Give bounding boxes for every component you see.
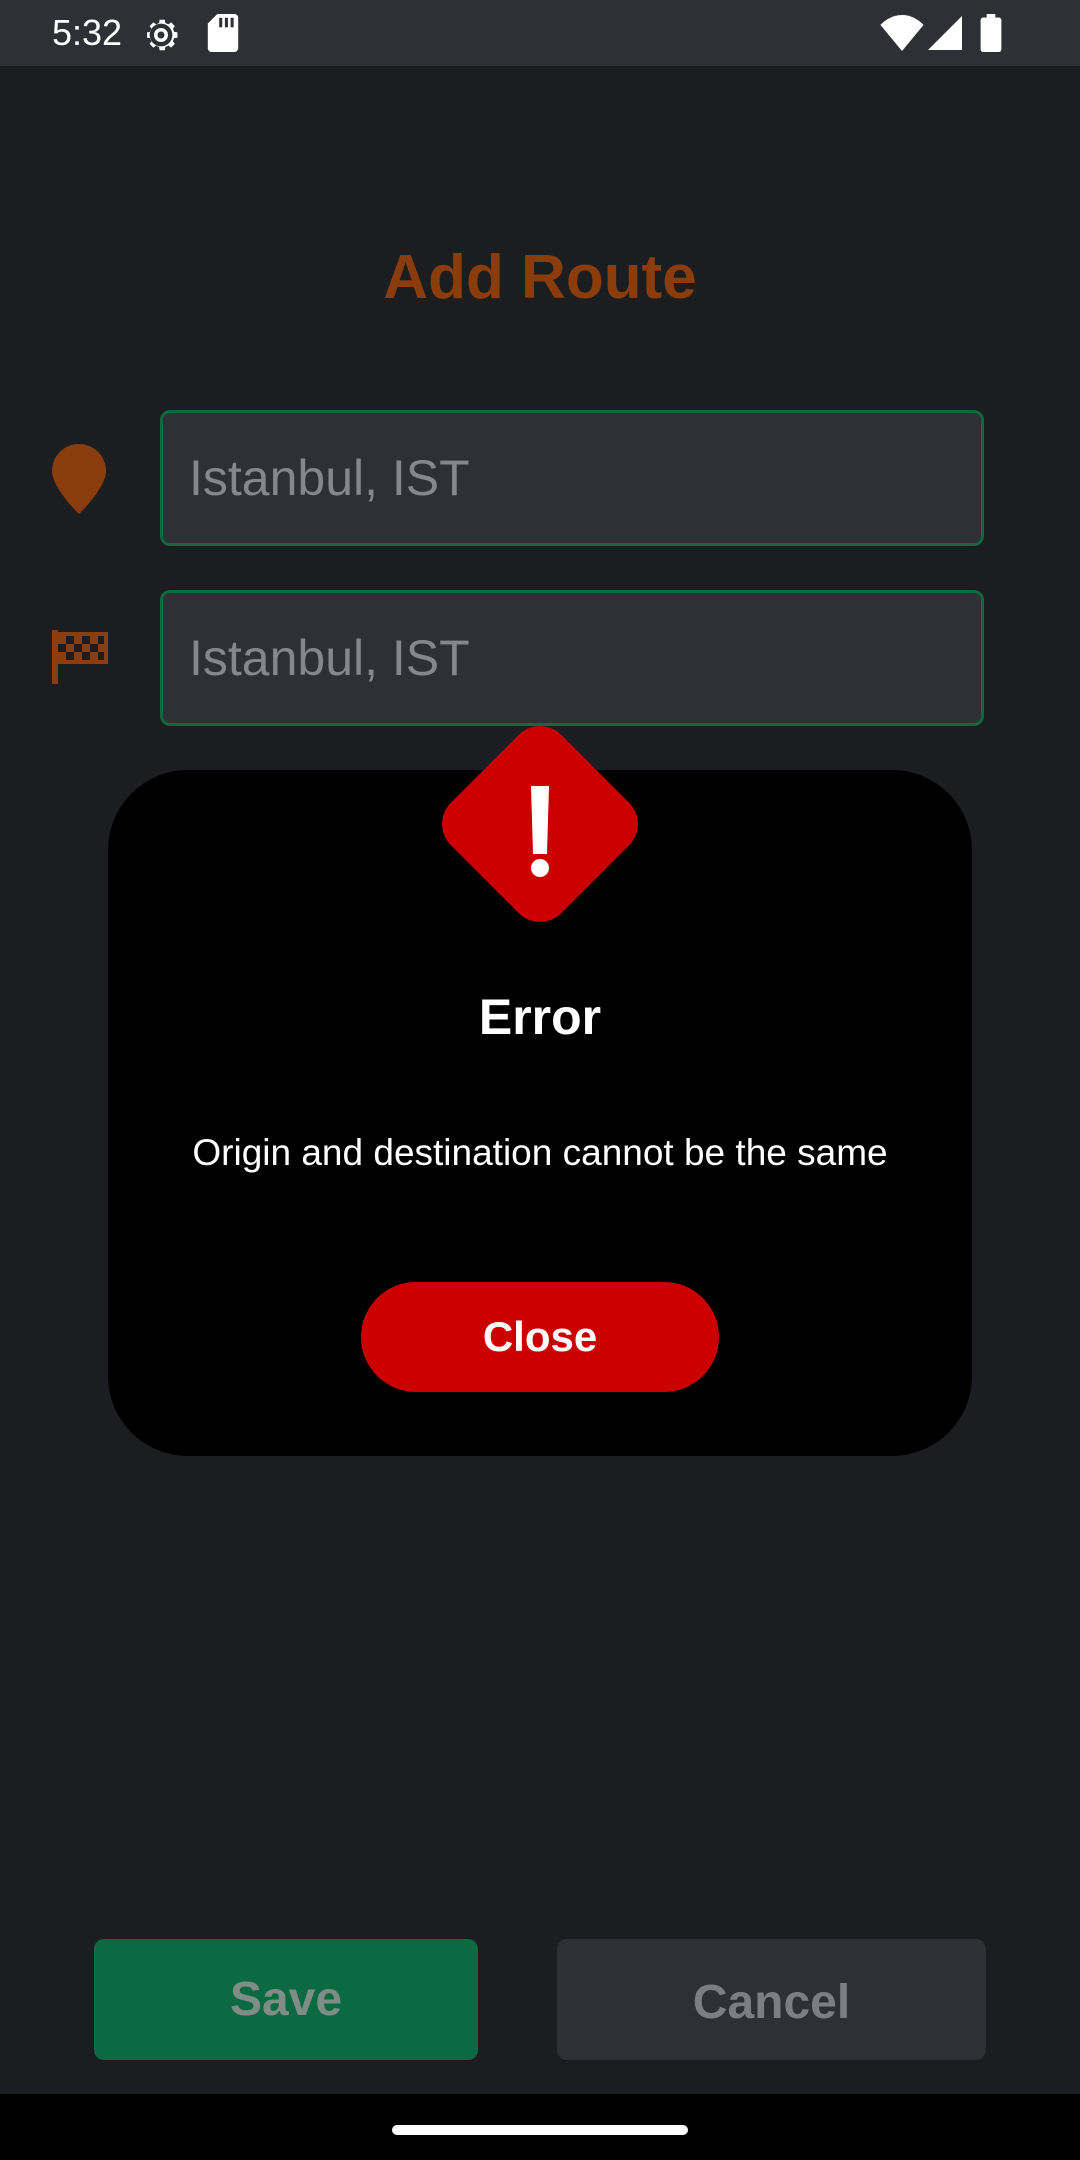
home-gesture-handle[interactable] bbox=[392, 2125, 688, 2135]
close-button[interactable]: Close bbox=[361, 1282, 719, 1392]
battery-icon bbox=[980, 14, 1002, 52]
settings-gear-icon bbox=[147, 19, 178, 51]
error-exclamation-icon bbox=[442, 726, 638, 922]
destination-input[interactable] bbox=[189, 629, 981, 687]
status-bar: 5:32 bbox=[0, 0, 1080, 66]
wifi-icon bbox=[880, 15, 924, 51]
origin-input[interactable] bbox=[189, 449, 981, 507]
save-button[interactable]: Save bbox=[94, 1939, 478, 2060]
checkered-flag-icon bbox=[52, 630, 108, 684]
sd-card-icon bbox=[207, 14, 239, 52]
cell-signal-icon bbox=[928, 16, 962, 50]
cancel-button[interactable]: Cancel bbox=[557, 1939, 986, 2060]
dialog-title: Error bbox=[478, 989, 602, 1045]
origin-field[interactable] bbox=[160, 410, 984, 546]
destination-field[interactable] bbox=[160, 590, 984, 726]
dialog-message: Origin and destination cannot be the sam… bbox=[192, 1132, 888, 1173]
page-title: Add Route bbox=[383, 243, 697, 312]
status-time: 5:32 bbox=[52, 12, 123, 53]
map-pin-icon bbox=[52, 444, 106, 514]
